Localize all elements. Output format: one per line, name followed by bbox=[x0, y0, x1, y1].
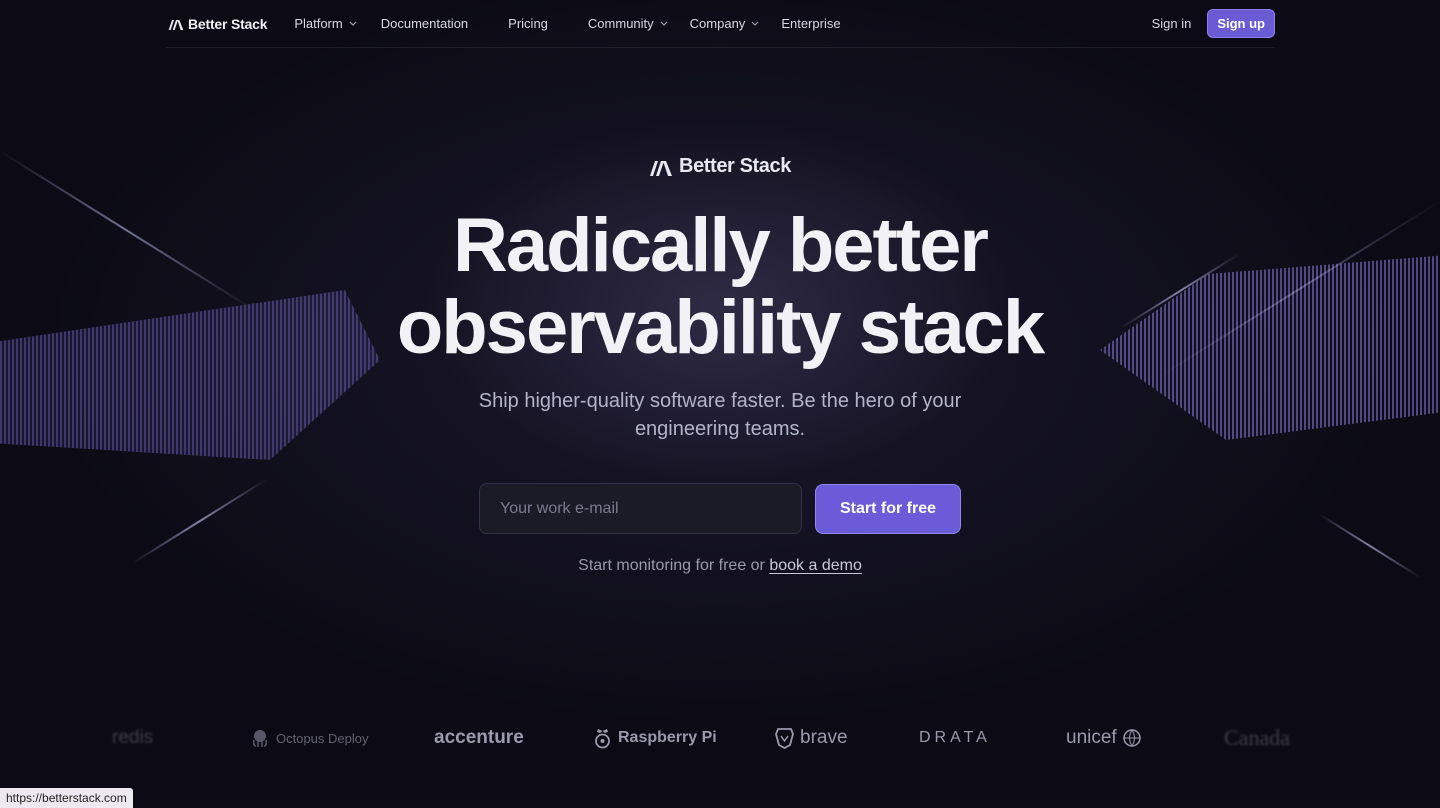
chevron-down-icon bbox=[349, 21, 357, 26]
logo-raspberry-pi: Raspberry Pi bbox=[593, 720, 717, 756]
nav-item-label: Pricing bbox=[508, 16, 548, 31]
raspberry-icon bbox=[595, 729, 610, 749]
logo-brave: brave bbox=[775, 720, 848, 756]
hero-headline: Radically better observability stack bbox=[0, 205, 1440, 369]
logo-label: Octopus Deploy bbox=[276, 730, 369, 746]
headline-line-1: Radically better bbox=[453, 203, 989, 288]
logo-redis: redis bbox=[112, 720, 153, 756]
nav-item-documentation[interactable]: Documentation bbox=[381, 16, 468, 31]
top-navigation: Better Stack Platform Documentation Pric… bbox=[166, 0, 1275, 48]
hero-subtext: Ship higher-quality software faster. Be … bbox=[478, 390, 962, 440]
nav-item-platform[interactable]: Platform bbox=[294, 16, 357, 31]
hero-brand-name: Better Stack bbox=[679, 155, 791, 177]
logo-canada: Canada bbox=[1224, 720, 1290, 756]
nav-item-enterprise[interactable]: Enterprise bbox=[781, 16, 840, 31]
logo-accenture: accenture bbox=[434, 720, 524, 756]
sign-in-link[interactable]: Sign in bbox=[1152, 16, 1192, 31]
nav-menu: Platform Documentation Pricing Community… bbox=[294, 16, 840, 31]
chevron-down-icon bbox=[660, 21, 668, 26]
logo-label: Raspberry Pi bbox=[618, 729, 717, 746]
better-stack-logo-icon bbox=[168, 19, 184, 30]
light-streak bbox=[131, 477, 269, 565]
nav-item-label: Enterprise bbox=[781, 16, 841, 31]
sign-up-button[interactable]: Sign up bbox=[1207, 9, 1275, 38]
headline-line-2: observability stack bbox=[396, 285, 1045, 370]
logo-drata: DRATA bbox=[919, 720, 991, 756]
brave-lion-icon bbox=[775, 728, 794, 749]
logo-unicef: unicef bbox=[1066, 720, 1141, 756]
logo-octopus-deploy: Octopus Deploy bbox=[250, 720, 369, 756]
logo-label: brave bbox=[800, 727, 848, 748]
status-bar-url: https://betterstack.com bbox=[0, 788, 133, 808]
chevron-down-icon bbox=[751, 21, 759, 26]
demo-prefix: Start monitoring for free or bbox=[578, 557, 770, 574]
logo-label: Canada bbox=[1224, 725, 1290, 750]
brand-link[interactable]: Better Stack bbox=[168, 15, 268, 32]
octopus-icon bbox=[252, 730, 268, 747]
nav-item-community[interactable]: Community bbox=[588, 16, 668, 31]
auth-actions: Sign in Sign up bbox=[1152, 9, 1275, 38]
start-for-free-button[interactable]: Start for free bbox=[815, 484, 961, 534]
demo-line: Start monitoring for free or book a demo bbox=[0, 557, 1440, 575]
nav-item-label: Platform bbox=[294, 16, 343, 31]
globe-icon bbox=[1122, 729, 1141, 747]
nav-item-company[interactable]: Company bbox=[690, 16, 760, 31]
nav-item-label: Community bbox=[587, 16, 654, 31]
logo-label: accenture bbox=[434, 727, 524, 748]
logo-label: redis bbox=[112, 727, 154, 748]
nav-item-label: Documentation bbox=[380, 16, 469, 31]
customer-logos: redis Octopus Deploy accenture Raspberry… bbox=[0, 720, 1440, 756]
nav-item-pricing[interactable]: Pricing bbox=[508, 16, 548, 31]
logo-label: DRATA bbox=[919, 729, 991, 746]
book-demo-link[interactable]: book a demo bbox=[769, 557, 862, 574]
nav-item-label: Company bbox=[689, 16, 746, 31]
brand-name: Better Stack bbox=[188, 15, 268, 32]
hero-brand: Better Stack bbox=[0, 155, 1440, 178]
work-email-input[interactable] bbox=[479, 483, 802, 534]
better-stack-logo-icon bbox=[650, 160, 673, 176]
logo-label: unicef bbox=[1066, 727, 1117, 748]
